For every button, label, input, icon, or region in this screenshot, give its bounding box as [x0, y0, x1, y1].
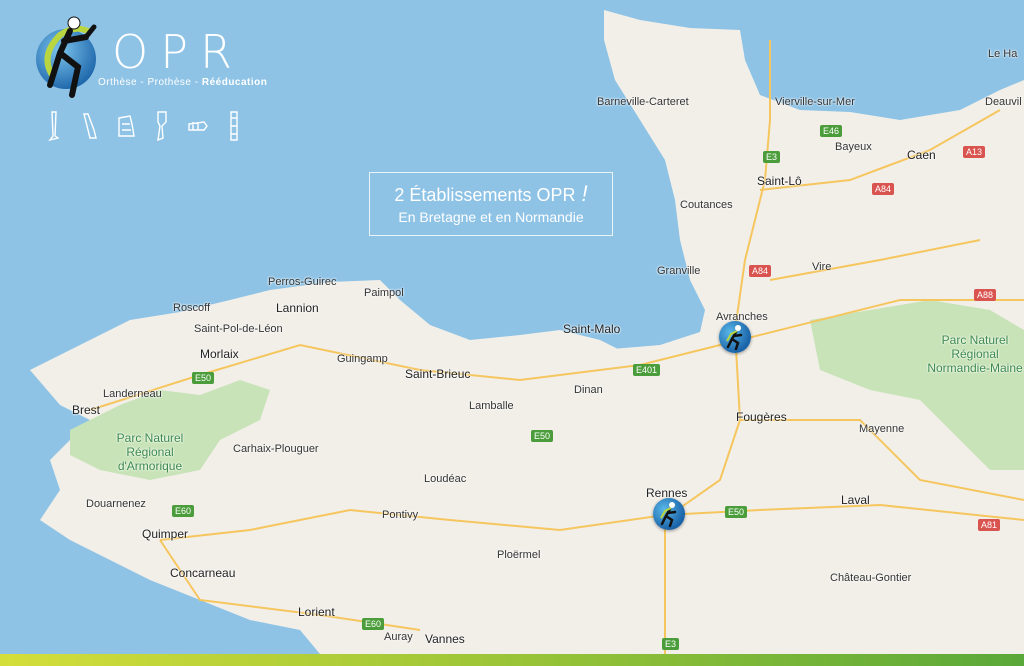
place-deauville: Deauvil: [985, 96, 1022, 108]
road-a84-b: A84: [749, 265, 772, 277]
place-paimpol: Paimpol: [364, 287, 404, 299]
road-e60-b: E60: [362, 618, 385, 630]
place-lamballe: Lamballe: [469, 400, 514, 412]
place-laval: Laval: [841, 493, 870, 507]
road-e46: E46: [820, 125, 843, 137]
hand-orthosis-icon: [188, 110, 208, 142]
place-stpol: Saint-Pol-de-Léon: [194, 323, 283, 335]
arm-prosthesis-icon: [80, 110, 100, 142]
place-pontivy: Pontivy: [382, 509, 419, 521]
road-a81: A81: [978, 519, 1001, 531]
place-carhaix: Carhaix-Plouguer: [233, 443, 319, 455]
place-landerneau: Landerneau: [103, 388, 162, 400]
opr-emblem-icon: [36, 16, 97, 98]
road-e50-c: E50: [725, 506, 748, 518]
road-a88: A88: [974, 289, 997, 301]
place-quimper: Quimper: [142, 527, 189, 541]
place-saintmalo: Saint-Malo: [563, 322, 621, 336]
park-armorique-label: Parc Naturel Régional d'Armorique: [116, 431, 184, 473]
place-auray: Auray: [384, 631, 413, 643]
rennes-opr-marker[interactable]: [653, 498, 685, 530]
place-lehavre: Le Ha: [988, 48, 1018, 60]
place-vierville: Vierville-sur-Mer: [775, 96, 855, 108]
place-vannes: Vannes: [425, 632, 465, 646]
splint-icon: [224, 110, 244, 142]
place-lannion: Lannion: [276, 301, 319, 315]
callout-subtitle: En Bretagne et en Normandie: [398, 209, 584, 225]
place-vire: Vire: [812, 261, 832, 273]
road-e60-a: E60: [172, 505, 195, 517]
road-e3-north: E3: [763, 151, 781, 163]
callout-title: 2 Établissements OPR!: [370, 181, 612, 207]
tagline-bold: Rééducation: [201, 77, 268, 88]
avranches-opr-marker[interactable]: [719, 321, 751, 353]
brand-name: OPR: [112, 25, 244, 79]
place-chateaugontier: Château-Gontier: [830, 572, 912, 584]
place-caen: Caen: [907, 148, 936, 162]
callout-exclamation: !: [581, 181, 588, 206]
road-e50-a: E50: [192, 372, 215, 384]
road-e3-south: E3: [662, 638, 680, 650]
place-loudeac: Loudéac: [424, 473, 467, 485]
place-saintbrieuc: Saint-Brieuc: [405, 367, 471, 381]
region-map: [0, 0, 1024, 666]
place-douarnenez: Douarnenez: [86, 498, 146, 510]
place-barneville: Barneville-Carteret: [597, 96, 689, 108]
place-granville: Granville: [657, 265, 701, 277]
knee-prosthesis-icon: [152, 110, 172, 142]
place-fougeres: Fougères: [736, 410, 787, 424]
leg-prosthesis-icon: [44, 110, 64, 142]
place-guingamp: Guingamp: [337, 353, 388, 365]
place-lorient: Lorient: [298, 605, 335, 619]
road-a13: A13: [963, 146, 986, 158]
park-normandie-label: Parc Naturel Régional Normandie-Maine: [927, 333, 1023, 375]
product-icons: [44, 110, 244, 142]
runner-icon: [660, 502, 677, 528]
place-morlaix: Morlaix: [200, 347, 239, 361]
place-brest: Brest: [72, 403, 101, 417]
place-bayeux: Bayeux: [835, 141, 872, 153]
establishments-callout: 2 Établissements OPR! En Bretagne et en …: [369, 172, 613, 236]
brand-tagline: Orthèse - Prothèse - Rééducation: [98, 77, 267, 88]
place-mayenne: Mayenne: [859, 423, 905, 435]
callout-title-text: 2 Établissements OPR: [394, 185, 576, 205]
road-e401: E401: [633, 364, 661, 376]
bottom-gradient-bar: [0, 654, 1024, 666]
place-saintlo: Saint-Lô: [757, 174, 802, 188]
place-roscoff: Roscoff: [173, 302, 211, 314]
place-ploermel: Ploërmel: [497, 549, 541, 561]
tagline-regular: Orthèse - Prothèse -: [98, 77, 202, 88]
runner-icon: [726, 325, 743, 351]
place-coutances: Coutances: [680, 199, 733, 211]
place-perros: Perros-Guirec: [268, 276, 337, 288]
road-e50-b: E50: [531, 430, 554, 442]
map-stage: Parc Naturel Régional d'Armorique Parc N…: [0, 0, 1024, 666]
road-a84-a: A84: [872, 183, 895, 195]
boot-orthosis-icon: [116, 110, 136, 142]
place-concarneau: Concarneau: [170, 566, 236, 580]
opr-logo: [30, 15, 106, 104]
place-dinan: Dinan: [574, 384, 603, 396]
